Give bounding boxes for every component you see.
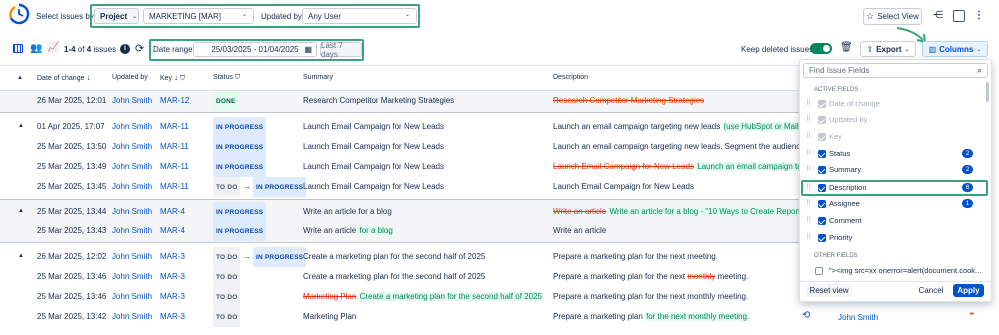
calendar-icon: ▦ (304, 45, 312, 54)
table-row[interactable]: 25 Mar 2025, 13:46 John Smith MAR-3 TO D… (0, 287, 800, 307)
table-row[interactable]: 25 Mar 2025, 13:44 John Smith MAR-4 IN P… (0, 202, 800, 222)
columns-icon: ▥ (928, 44, 937, 54)
table-row[interactable]: 25 Mar 2025, 13:42 John Smith MAR-3 TO D… (0, 307, 800, 327)
info-icon[interactable]: i (120, 44, 130, 54)
star-icon: ☆ (866, 11, 875, 21)
search-icon: ⌕ (976, 65, 982, 75)
status-badge: TO DO (213, 267, 241, 287)
field-search-input[interactable]: Find Issue Fields ⌕ (803, 63, 988, 78)
status-badge: IN PROGRESS (213, 221, 267, 241)
export-icon: ⇪ (866, 44, 874, 54)
table-row[interactable]: 25 Mar 2025, 13:50 John Smith MAR-11 IN … (0, 137, 800, 157)
assignee-link[interactable]: John Smith (838, 313, 878, 322)
trash-icon[interactable]: 🗑 (840, 42, 853, 54)
status-badge: TO DO (213, 307, 241, 327)
collapse-all-icon[interactable]: ▲ (17, 71, 23, 85)
status-badge: TO DO (213, 177, 241, 197)
updated-by-value: Any User (308, 11, 341, 21)
table-row[interactable]: 25 Mar 2025, 13:46 John Smith MAR-3 TO D… (0, 267, 800, 287)
share-icon[interactable]: ⋲ (932, 10, 944, 22)
chart-icon[interactable]: 📈 (47, 42, 59, 53)
chevron-down-icon: ⌄ (904, 46, 910, 53)
updated-by-label: Updated by: (261, 12, 305, 21)
field-comment[interactable]: ⠿ Comment (804, 213, 986, 229)
status-badge: IN PROGRESS (213, 137, 267, 157)
active-fields-label: ACTIVE FIELDS (814, 87, 859, 93)
table-row[interactable]: 25 Mar 2025, 13:43 John Smith MAR-4 IN P… (0, 221, 800, 241)
table-row[interactable]: 26 Mar 2025, 12:02 John Smith MAR-3 TO D… (0, 247, 800, 267)
select-view-button[interactable]: ☆ Select View (863, 8, 922, 25)
issues-count: 1-4 of 4 issues (64, 45, 117, 54)
status-badge: IN PROGRESS (252, 247, 307, 267)
last-7-days-button[interactable]: Last 7 days (320, 41, 362, 59)
table-row[interactable]: 26 Mar 2025, 12:01 John Smith MAR-12 DON… (0, 91, 800, 111)
column-header-key[interactable]: Key ↓ ⛉ (160, 71, 185, 85)
column-header-date[interactable]: Date of change ↓ (37, 71, 90, 85)
field-assignee[interactable]: ⠿ Assignee 1 (804, 196, 986, 212)
chevron-down-icon: ⌄ (404, 12, 410, 18)
table-row[interactable]: 25 Mar 2025, 13:49 John Smith MAR-11 IN … (0, 157, 800, 177)
project-select[interactable]: MARKETING [MAR] ⌄ (143, 8, 254, 24)
status-badge: DONE (213, 91, 239, 111)
status-badge: TO DO (213, 287, 241, 307)
chevron-down-icon: ⌄ (241, 12, 247, 18)
status-badge: IN PROGRESS (213, 117, 267, 137)
users-icon[interactable]: 👥 (30, 43, 42, 54)
date-range-label: Date range: (153, 45, 195, 54)
scrollbar[interactable] (986, 82, 989, 102)
field-other[interactable]: "><img src=xx onerror=alert(document.coo… (804, 263, 982, 279)
app-logo-icon (9, 3, 30, 25)
scope-select[interactable]: Project ⌄ (94, 8, 139, 24)
column-header-updated-by[interactable]: Updated by (112, 71, 148, 85)
status-badge: IN PROGRESS (213, 157, 267, 177)
status-badge: TO DO (213, 247, 241, 267)
select-issues-label: Select issues by: (36, 12, 97, 21)
field-updated-by: ⠿ Updated by (806, 115, 868, 124)
keep-deleted-label: Keep deleted issues (741, 45, 814, 54)
field-summary[interactable]: ⠿ Summary 2 (804, 162, 986, 178)
restore-icon[interactable]: ⟲ (802, 310, 810, 321)
table-row[interactable]: 01 Apr 2025, 17:07 John Smith MAR-11 IN … (0, 117, 800, 137)
chevron-down-icon: ⌄ (132, 13, 138, 20)
arrow-right-icon: → (242, 182, 251, 191)
updated-by-select[interactable]: Any User ⌄ (302, 8, 417, 24)
field-date-of-change: ⠿ Date of change (806, 99, 880, 108)
copy-icon[interactable] (953, 10, 965, 22)
field-priority[interactable]: ⠿ Priority (804, 230, 986, 246)
table-view-icon[interactable] (13, 44, 23, 53)
priority-highest-icon: ⌃ (968, 311, 976, 321)
keep-deleted-toggle[interactable] (810, 43, 832, 54)
cancel-button[interactable]: Cancel (915, 284, 947, 297)
scope-select-value: Project (100, 11, 128, 21)
apply-button[interactable]: Apply (953, 284, 984, 297)
export-button[interactable]: ⇪ Export ⌄ (860, 41, 916, 57)
field-status[interactable]: ⠿ Status 2 (804, 146, 986, 162)
other-fields-label: OTHER FIELDS (814, 253, 858, 259)
table-row[interactable]: 25 Mar 2025, 13:45 John Smith MAR-11 TO … (0, 177, 800, 197)
status-badge: IN PROGRESS (252, 177, 307, 197)
status-badge: IN PROGRESS (213, 202, 267, 222)
refresh-icon[interactable]: ⟳ (135, 42, 144, 55)
reset-view-button[interactable]: Reset view (806, 284, 852, 297)
columns-button[interactable]: ▥ Columns ⌄ (922, 41, 988, 57)
date-range-input[interactable]: 25/03/2025 - 01/04/2025 ▦ (193, 42, 317, 57)
more-icon[interactable]: ⋮ (973, 10, 985, 22)
chevron-down-icon: ⌄ (976, 46, 982, 53)
project-select-value: MARKETING [MAR] (149, 11, 222, 21)
column-header-status[interactable]: Status ⛉ (213, 71, 240, 85)
column-header-summary[interactable]: Summary (303, 71, 333, 85)
arrow-right-icon: → (242, 252, 251, 261)
field-key: ⠿ Key (806, 132, 842, 141)
field-description[interactable]: ⠿ Description 6 (804, 180, 986, 196)
column-header-description[interactable]: Description (553, 71, 588, 85)
